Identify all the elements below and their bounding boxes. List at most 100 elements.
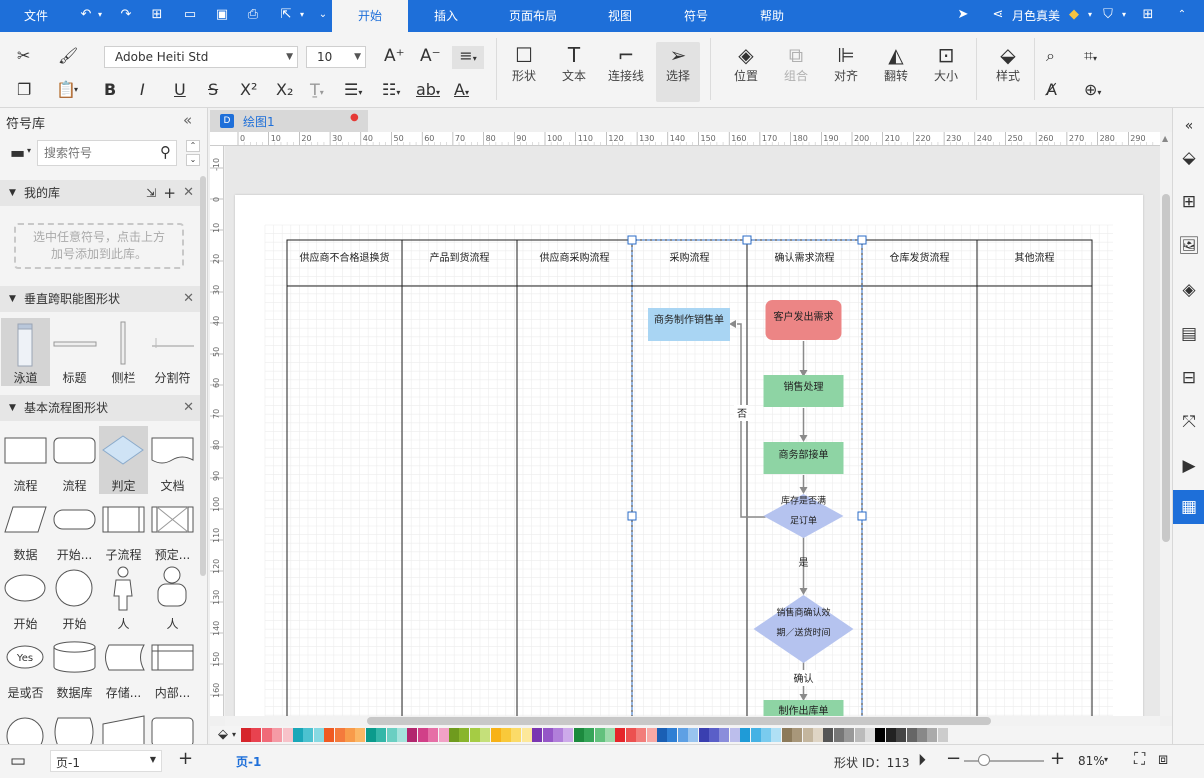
size-button[interactable]: ⊡ 大小	[924, 42, 968, 84]
shape-title[interactable]: 标题	[50, 318, 99, 386]
fit-page-icon[interactable]: ⛶	[1134, 749, 1145, 769]
close-icon[interactable]: ✕	[183, 395, 194, 421]
color-swatch[interactable]	[625, 728, 636, 742]
find-replace-icon[interactable]: ⌕	[1046, 46, 1055, 66]
color-swatch[interactable]	[781, 728, 792, 742]
page-view-icon[interactable]: ▭	[10, 751, 26, 771]
vertical-scroll-thumb[interactable]	[1162, 194, 1170, 542]
color-swatch[interactable]	[615, 728, 626, 742]
color-swatch[interactable]	[438, 728, 449, 742]
save-icon[interactable]: ▣	[214, 7, 230, 23]
shapes-library-icon[interactable]: ⊞	[1177, 190, 1201, 214]
color-swatch[interactable]	[813, 728, 823, 742]
color-swatch[interactable]	[771, 728, 782, 742]
shape-flow-4[interactable]: 数据	[1, 495, 50, 563]
color-swatch[interactable]	[428, 728, 439, 742]
selection-handle[interactable]	[627, 235, 637, 245]
zoom-slider[interactable]	[964, 754, 1044, 766]
table-panel-icon[interactable]: ▦	[1173, 490, 1204, 524]
superscript-icon[interactable]: X²	[240, 80, 257, 100]
redo-icon[interactable]: ↷	[118, 7, 134, 23]
color-swatch[interactable]	[490, 728, 501, 742]
shape-swimlane[interactable]: 泳道	[1, 318, 50, 386]
color-swatch[interactable]	[521, 728, 532, 742]
export-icon[interactable]: ⇱	[278, 7, 294, 23]
color-swatch[interactable]	[865, 728, 875, 742]
color-swatch[interactable]	[553, 728, 563, 742]
font-color-icon[interactable]: A▾	[454, 80, 469, 103]
library-dropdown-icon[interactable]: ▾	[27, 146, 31, 155]
line-spacing-icon[interactable]: ☰▾	[344, 80, 362, 103]
presentation-icon[interactable]: ▶	[1177, 454, 1201, 478]
layout-icon[interactable]: ⊟	[1177, 366, 1201, 390]
font-size-select[interactable]: 10 ▼	[306, 46, 366, 68]
print-icon[interactable]: ⎙	[245, 7, 261, 23]
fill-style-icon[interactable]: ⬙	[1177, 146, 1201, 170]
tab-symbol[interactable]: 符号	[666, 0, 726, 32]
tab-page-layout[interactable]: 页面布局	[494, 0, 572, 32]
highlight-icon[interactable]: ab▾	[416, 80, 440, 103]
shape-flow-0[interactable]: 流程	[1, 426, 50, 494]
user-name[interactable]: 月色真美	[1012, 0, 1070, 32]
expand-panel-icon[interactable]: «	[1177, 114, 1201, 138]
shape-sidebar[interactable]: 侧栏	[99, 318, 148, 386]
skin-shirt-icon[interactable]: ⛉	[1100, 7, 1116, 23]
zoom-dropdown-icon[interactable]: ▾	[1104, 755, 1108, 764]
text-button[interactable]: T 文本	[552, 42, 596, 84]
scroll-up-icon[interactable]: ⌃	[186, 140, 200, 152]
add-page-icon[interactable]: +	[178, 748, 193, 769]
horizontal-scrollbar[interactable]	[225, 716, 1160, 726]
color-swatch[interactable]	[698, 728, 709, 742]
swimlane-1[interactable]	[401, 239, 518, 716]
color-swatch[interactable]	[532, 728, 543, 742]
navigator-icon[interactable]: ⤧	[1177, 410, 1201, 434]
color-swatch[interactable]	[261, 728, 272, 742]
shape-flow-7[interactable]: 预定...	[148, 495, 197, 563]
shape-flow-14[interactable]: 存储...	[99, 633, 148, 701]
color-swatch[interactable]	[802, 728, 813, 742]
copy-icon[interactable]: ❐	[17, 80, 31, 100]
shape-flow-12[interactable]: Yes 是或否	[1, 633, 50, 701]
color-swatch[interactable]	[241, 728, 251, 742]
library-scrollbar[interactable]	[200, 176, 206, 576]
increase-font-icon[interactable]: A⁺	[384, 46, 405, 66]
color-swatch[interactable]	[917, 728, 927, 742]
group-button[interactable]: ⧉ 组合	[774, 42, 818, 84]
color-swatch[interactable]	[896, 728, 907, 742]
shape-flow-10[interactable]: 人	[99, 564, 148, 632]
italic-icon[interactable]: I	[140, 80, 145, 100]
swimlane-6[interactable]	[976, 239, 1093, 716]
selection-handle[interactable]	[627, 511, 637, 521]
color-swatch[interactable]	[272, 728, 283, 742]
color-swatch[interactable]	[709, 728, 719, 742]
shape-flow-13[interactable]: 数据库	[50, 633, 99, 701]
flowchart-diagram[interactable]: 供应商不合格退换货 产品到货流程 供应商采购流程 采购流程 确认需求流程 仓库发货流程 其他…	[235, 195, 1143, 716]
color-swatch[interactable]	[386, 728, 397, 742]
color-swatch[interactable]	[469, 728, 480, 742]
spell-check-icon[interactable]: A̸	[1046, 80, 1057, 100]
drawing-canvas[interactable]: 供应商不合格退换货 产品到货流程 供应商采购流程 采购流程 确认需求流程 仓库发货流程 其他…	[225, 146, 1160, 716]
tab-start[interactable]: 开始	[332, 0, 408, 32]
color-swatch[interactable]	[334, 728, 345, 742]
drawing-page[interactable]: 供应商不合格退换货 产品到货流程 供应商采购流程 采购流程 确认需求流程 仓库发货流程 其他…	[235, 195, 1143, 716]
cut-icon[interactable]: ✂	[17, 46, 30, 66]
select-button[interactable]: ➢ 选择	[656, 42, 700, 102]
color-swatch[interactable]	[740, 728, 751, 742]
color-swatch[interactable]	[750, 728, 761, 742]
color-swatch[interactable]	[636, 728, 647, 742]
export-dropdown-icon[interactable]: ▾	[294, 7, 310, 23]
horizontal-scroll-thumb[interactable]	[367, 717, 991, 725]
color-swatch[interactable]	[605, 728, 615, 742]
skin-dropdown-icon[interactable]: ▾	[1116, 7, 1132, 23]
shape-flow-extra[interactable]	[1, 702, 50, 744]
color-swatch[interactable]	[376, 728, 387, 742]
shape-flow-extra[interactable]	[50, 702, 99, 744]
shape-flow-15[interactable]: 内部...	[148, 633, 197, 701]
image-icon[interactable]: 🖼	[1177, 234, 1201, 258]
shape-flow-extra[interactable]	[99, 702, 148, 744]
color-swatch[interactable]	[688, 728, 699, 742]
tab-help[interactable]: 帮助	[742, 0, 802, 32]
shape-separator[interactable]: 分割符	[148, 318, 197, 386]
library-manage-icon[interactable]: ▬	[10, 143, 25, 162]
paste-dropdown-icon[interactable]: ▾	[74, 80, 78, 100]
